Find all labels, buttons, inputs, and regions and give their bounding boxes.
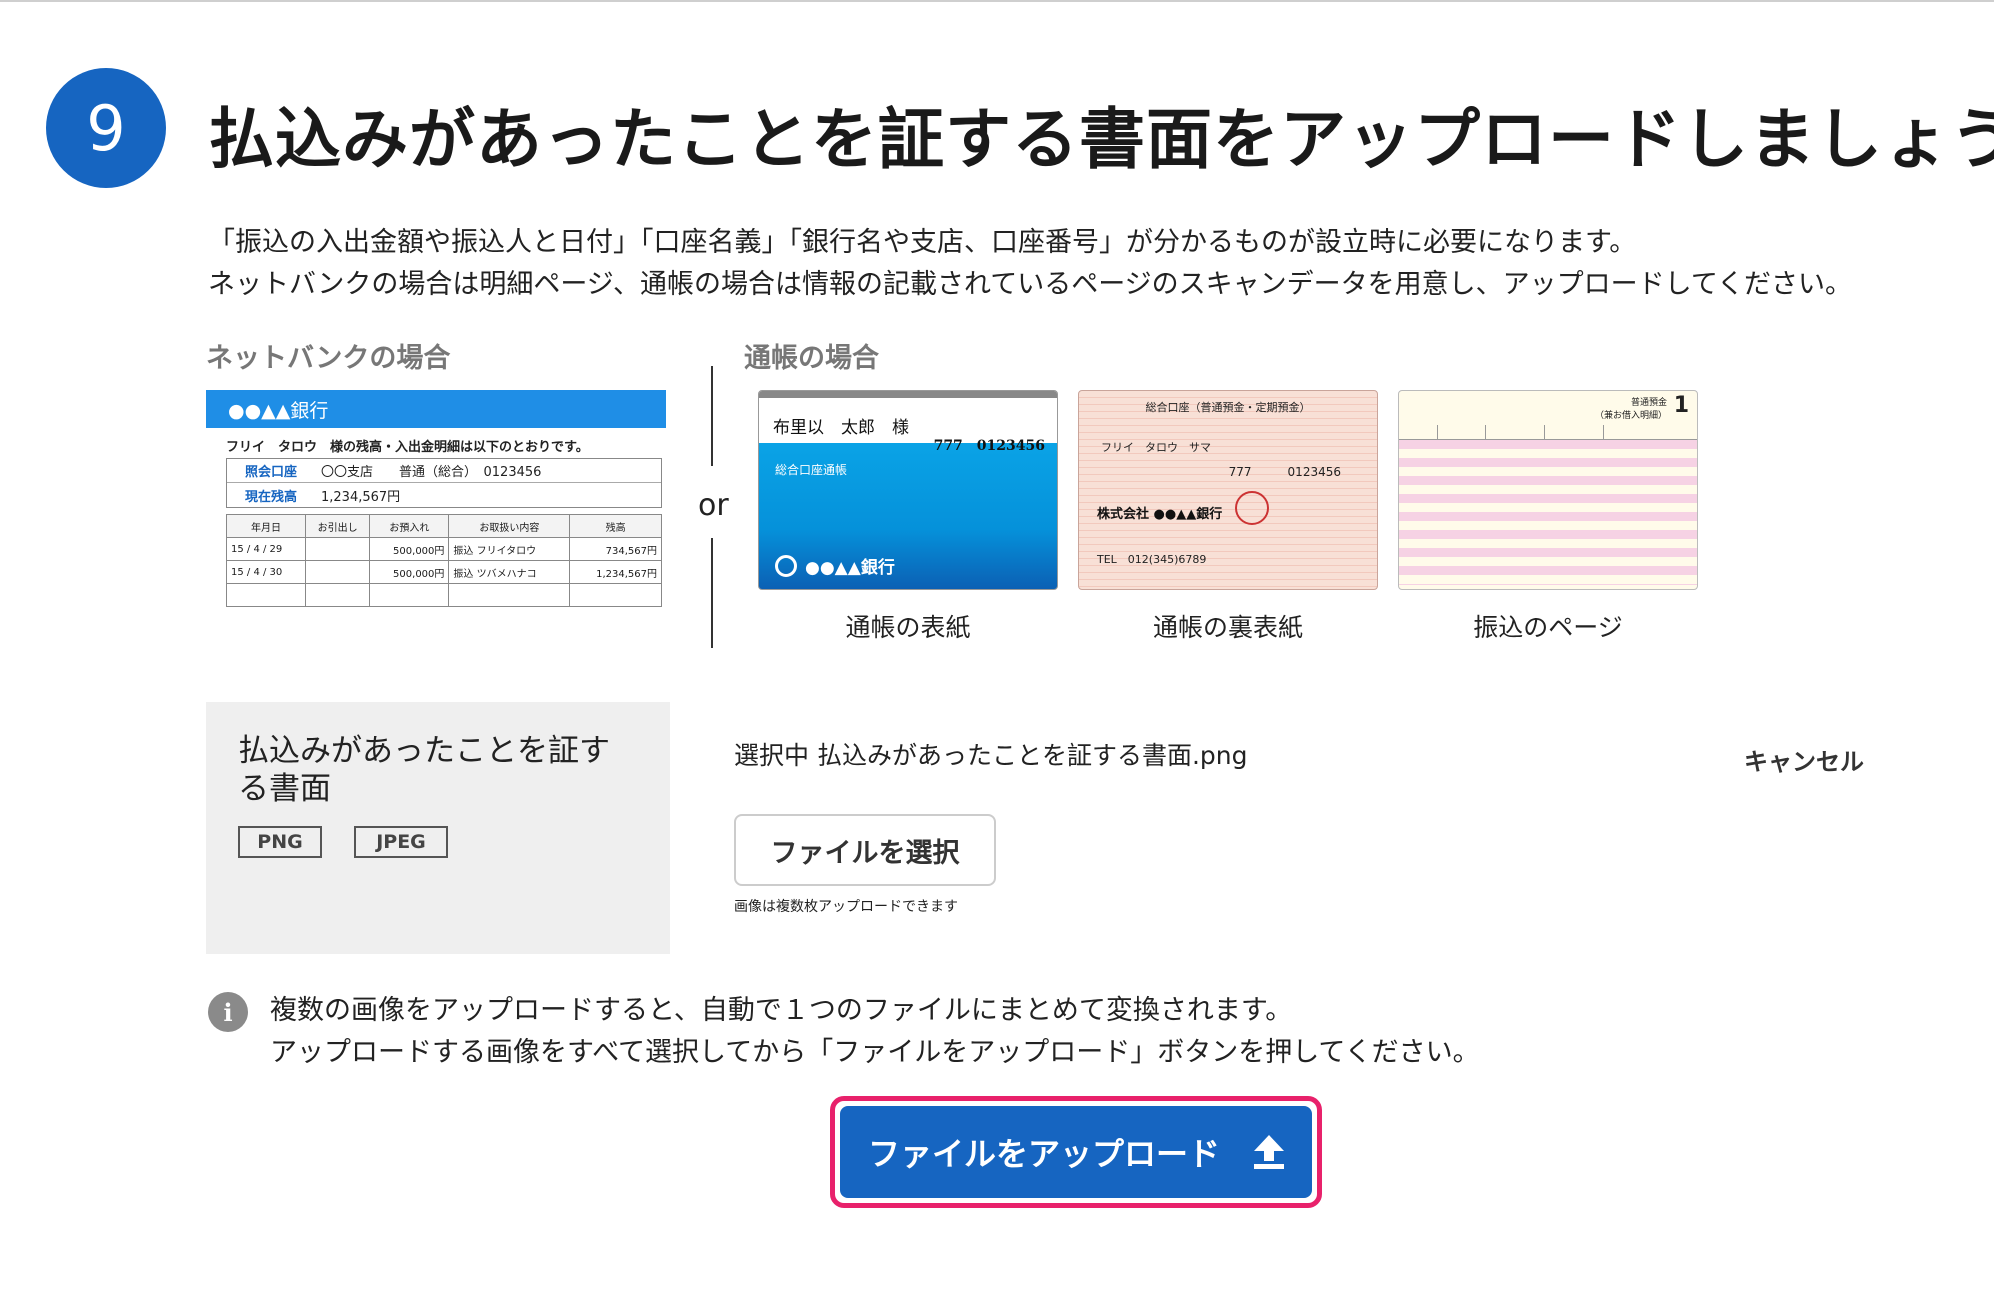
table-cell	[448, 583, 571, 607]
back-number: 777 0123456	[1228, 465, 1341, 479]
table-header-cell: お預入れ	[369, 514, 450, 538]
seal-icon	[1235, 491, 1269, 525]
caption-cover: 通帳の表紙	[845, 613, 971, 642]
back-company: 株式会社 ●●▲▲銀行	[1097, 507, 1223, 522]
selected-file-text: 選択中 払込みがあったことを証する書面.png	[734, 741, 1248, 770]
cover-type: 総合口座通帳	[775, 463, 848, 477]
table-cell: 500,000円	[369, 560, 450, 584]
document-type-panel: 払込みがあったことを証する書面 PNG JPEG	[206, 702, 670, 954]
balance-key: 現在残高	[245, 489, 298, 505]
table-header-cell: 年月日	[225, 514, 307, 538]
format-badge-jpeg: JPEG	[354, 826, 448, 858]
page-number: 1	[1673, 393, 1689, 418]
upload-hint: 画像は複数枚アップロードできます	[734, 899, 958, 915]
table-cell: 500,000円	[369, 537, 450, 561]
balance-value: 1,234,567円	[321, 489, 401, 505]
description: 「振込の入出金額や振込人と日付」「口座名義」「銀行名や支店、口座番号」が分かるも…	[208, 222, 1852, 306]
or-text: or	[698, 488, 729, 523]
table-cell: 734,567円	[569, 537, 662, 561]
cover-name: 布里以 太郎 様	[773, 418, 909, 438]
cover-bank: ●●▲▲銀行	[775, 553, 895, 578]
table-cell	[225, 583, 307, 607]
info-line: アップロードする画像をすべて選択してから「ファイルをアップロード」ボタンを押して…	[270, 1037, 1480, 1068]
info-icon: i	[208, 992, 248, 1032]
bank-logo-icon	[775, 554, 797, 577]
description-line: ネットバンクの場合は明細ページ、通帳の場合は情報の記載されているページのスキャン…	[208, 269, 1853, 300]
upload-button-label: ファイルをアップロード	[867, 1135, 1220, 1173]
netbank-transactions-table: 年月日 お引出し お預入れ お取扱い内容 残高 15 / 4 / 29 500,000円振…	[225, 514, 662, 607]
page-header: 普通預金 （兼お借入明細） 1	[1594, 393, 1689, 421]
passbook-back-image: 総合口座（普通預金・定期預金） フリイ タロウ サマ 777 0123456 株…	[1078, 390, 1378, 590]
table-cell	[305, 583, 371, 607]
table-cell: 15 / 4 / 30	[225, 560, 307, 584]
passbook-cover-image: 布里以 太郎 様 777 0123456 総合口座通帳 ●●▲▲銀行	[758, 390, 1058, 590]
table-row: 15 / 4 / 30 500,000円 振込 ツバメハナコ 1,234,567円	[225, 560, 662, 584]
netbank-account-box: 照会口座 〇〇支店 普通（総合） 0123456 現在残高 1,234,567円	[226, 458, 662, 508]
back-name: フリイ タロウ サマ	[1101, 441, 1211, 454]
netbank-intro: フリイ タロウ 様の残高・入出金明細は以下のとおりです。	[226, 440, 589, 455]
back-tel: TEL 012(345)6789	[1097, 553, 1207, 566]
netbank-label: ネットバンクの場合	[206, 343, 451, 374]
netbank-statement-image: ●●▲▲銀行 フリイ タロウ 様の残高・入出金明細は以下のとおりです。 照会口座…	[206, 390, 666, 610]
upload-arrow-icon	[1254, 1135, 1284, 1169]
table-cell: 15 / 4 / 29	[225, 537, 307, 561]
table-cell	[569, 583, 662, 607]
info-line: 複数の画像をアップロードすると、自動で１つのファイルにまとめて変換されます。	[270, 995, 1293, 1026]
upload-file-button[interactable]: ファイルをアップロード	[840, 1106, 1312, 1198]
format-badge-png: PNG	[238, 826, 322, 858]
netbank-bank-name: ●●▲▲銀行	[206, 390, 666, 428]
cancel-button[interactable]: キャンセル	[1744, 742, 1864, 777]
caption-page: 振込のページ	[1473, 613, 1623, 642]
table-cell: 振込 ツバメハナコ	[448, 560, 571, 584]
table-header-cell: お取扱い内容	[448, 514, 571, 538]
page-title: 払込みがあったことを証する書面をアップロードしましょう	[208, 101, 1994, 178]
page-header-text: 普通預金 （兼お借入明細）	[1594, 398, 1667, 421]
passbook-label: 通帳の場合	[744, 343, 879, 374]
table-row	[225, 583, 662, 607]
back-title: 総合口座（普通預金・定期預金）	[1145, 401, 1311, 414]
choose-file-button[interactable]: ファイルを選択	[734, 814, 996, 886]
info-message: 複数の画像をアップロードすると、自動で１つのファイルにまとめて変換されます。 ア…	[270, 990, 1480, 1074]
table-cell	[369, 583, 450, 607]
top-divider	[0, 0, 1994, 2]
table-row: 15 / 4 / 29 500,000円 振込 フリイタロウ 734,567円	[225, 537, 662, 561]
cover-bank-name: ●●▲▲銀行	[805, 558, 895, 578]
account-value: 〇〇支店 普通（総合） 0123456	[321, 465, 542, 480]
table-cell	[305, 560, 371, 584]
table-header-cell: お引出し	[305, 514, 371, 538]
table-cell	[305, 537, 371, 561]
or-divider-bottom	[711, 538, 713, 648]
or-divider-top	[711, 366, 713, 466]
table-cell: 振込 フリイタロウ	[448, 537, 571, 561]
step-number-badge: 9	[46, 68, 166, 188]
table-header-cell: 残高	[569, 514, 662, 538]
cover-number: 777 0123456	[933, 438, 1045, 454]
account-key: 照会口座	[245, 465, 298, 480]
description-line: 「振込の入出金額や振込人と日付」「口座名義」「銀行名や支店、口座番号」が分かるも…	[208, 227, 1637, 258]
caption-back: 通帳の裏表紙	[1152, 613, 1303, 642]
passbook-page-image: 普通預金 （兼お借入明細） 1	[1398, 390, 1698, 590]
document-type-title: 払込みがあったことを証する書面	[238, 733, 610, 807]
table-cell: 1,234,567円	[569, 560, 662, 584]
